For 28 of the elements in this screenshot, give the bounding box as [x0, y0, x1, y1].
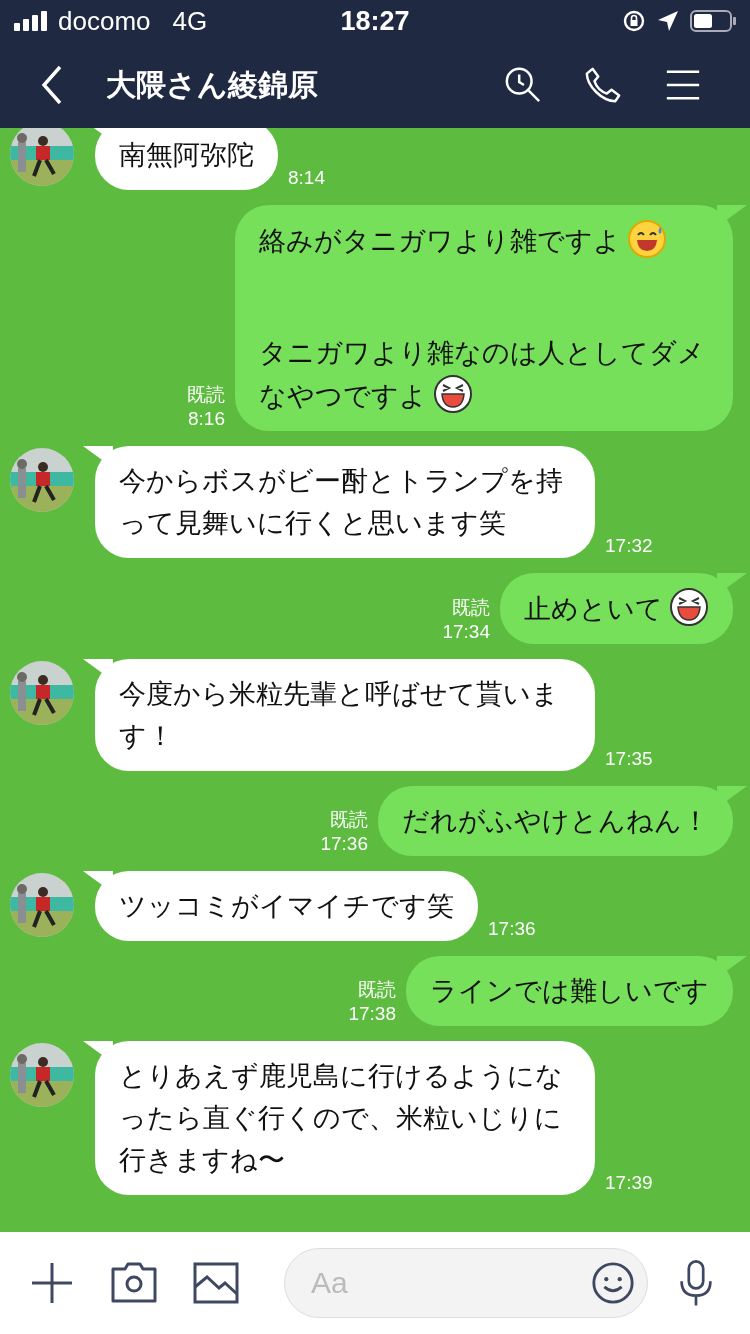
message-time: 8:16 [188, 407, 225, 431]
message-time: 17:34 [442, 620, 490, 644]
message-time: 17:32 [605, 534, 653, 558]
read-receipt: 既読 [330, 808, 368, 832]
message-text: 今度から米粒先輩と呼ばせて貰います！ [119, 677, 560, 753]
read-receipt: 既読 [358, 978, 396, 1002]
message-text: ツッコミがイマイチです笑 [119, 889, 454, 923]
read-receipt: 既読 [187, 383, 225, 407]
message-text: だれがふやけとんねん！ [402, 804, 709, 838]
message-time: 17:38 [348, 1002, 396, 1026]
message-time: 17:39 [605, 1171, 653, 1195]
message-time: 17:36 [488, 917, 536, 941]
carrier-name: docomo [58, 5, 151, 37]
message-time: 8:14 [288, 166, 325, 190]
message-text: タニガワより雑なのは人としてダメなやつですよ [259, 332, 709, 417]
chat-title: 大隈さん綾錦原 [106, 65, 318, 104]
message-text: 南無阿弥陀 [119, 138, 254, 172]
message-text: 絡みがタニガワより雑ですよ [259, 219, 709, 262]
network-type: 4G [172, 5, 208, 37]
message-text: 止めといて [524, 587, 709, 630]
message-text: ラインでは難しいです [430, 974, 709, 1008]
message-text: とりあえず鹿児島に行けるようになったら直ぐ行くので、米粒いじりに行きますね〜 [119, 1059, 564, 1177]
read-receipt: 既読 [452, 596, 490, 620]
status-time: 18:27 [340, 5, 410, 37]
message-input[interactable]: Aa [284, 1248, 648, 1318]
message-time: 17:35 [605, 747, 653, 771]
message-text: 今からボスがビー酎とトランプを持って見舞いに行くと思います笑 [119, 464, 564, 540]
message-time: 17:36 [320, 832, 368, 856]
